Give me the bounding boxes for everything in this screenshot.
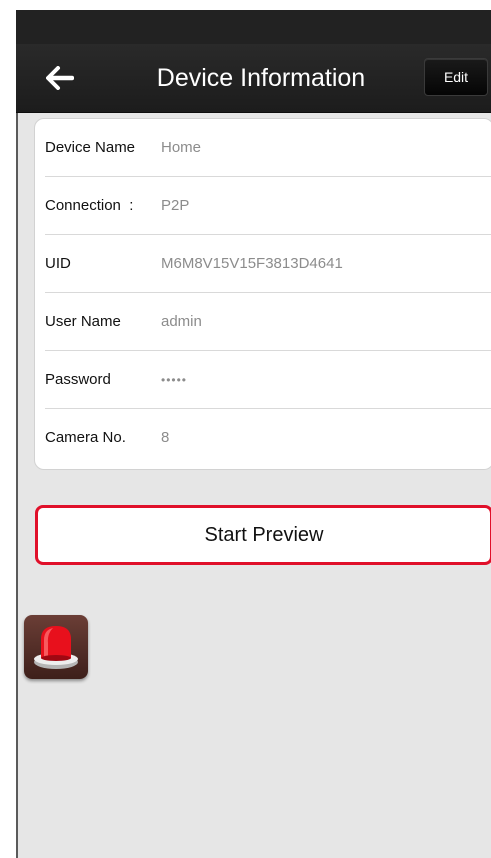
navigation-bar: Device Information Edit <box>16 44 491 113</box>
password-value: ••••• <box>161 373 188 387</box>
device-info-card: Device Name Home Connection : P2P UID M6… <box>34 118 491 470</box>
alarm-button[interactable] <box>24 615 88 679</box>
device-name-row: Device Name Home <box>35 119 491 177</box>
edit-button[interactable]: Edit <box>424 58 488 96</box>
device-information-screen: Device Information Edit Device Name Home… <box>16 10 491 858</box>
connection-label: Connection : <box>45 197 134 214</box>
connection-row: Connection : P2P <box>35 177 491 235</box>
back-button[interactable] <box>38 56 82 100</box>
device-name-value: Home <box>161 139 202 156</box>
content-area: Device Name Home Connection : P2P UID M6… <box>16 113 491 858</box>
start-preview-button[interactable]: Start Preview <box>35 505 491 565</box>
user-name-row: User Name admin <box>35 293 491 351</box>
uid-row: UID M6M8V15V15F3813D4641 <box>35 235 491 293</box>
user-name-label: User Name <box>45 313 121 330</box>
page-title: Device Information <box>156 64 366 92</box>
status-bar <box>16 10 491 44</box>
left-arrow-icon <box>46 66 74 90</box>
connection-value: P2P <box>161 197 190 214</box>
uid-label: UID <box>45 255 71 272</box>
siren-alarm-icon <box>34 626 78 669</box>
password-label: Password <box>45 371 111 388</box>
device-name-label: Device Name <box>45 139 136 156</box>
camera-number-row: Camera No. 8 <box>35 409 491 467</box>
password-row: Password ••••• <box>35 351 491 409</box>
uid-value: M6M8V15V15F3813D4641 <box>161 255 343 272</box>
camera-number-value: 8 <box>161 429 170 446</box>
camera-number-label: Camera No. <box>45 429 126 446</box>
user-name-value: admin <box>161 313 202 330</box>
